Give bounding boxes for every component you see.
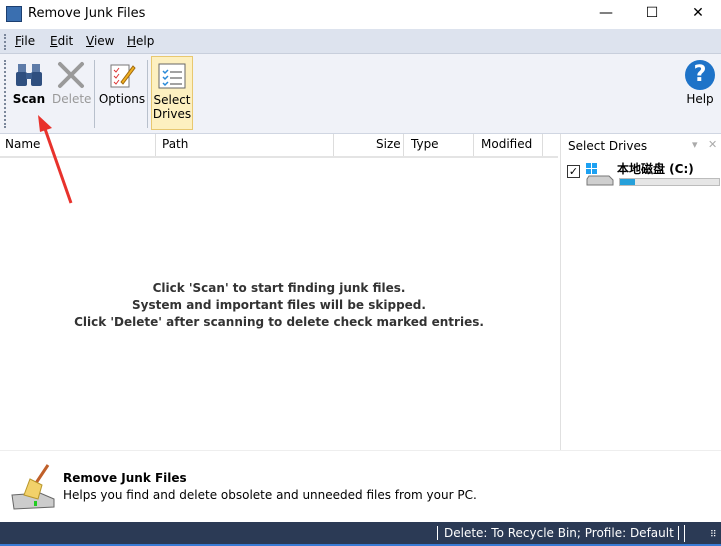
footer-title: Remove Junk Files — [63, 471, 187, 485]
hint-line: Click 'Scan' to start finding junk files… — [152, 281, 406, 295]
select-drives-label-1: Select — [153, 93, 191, 107]
list-header: Name Path Size Type Modified — [0, 134, 558, 158]
drive-usage-bar — [619, 178, 720, 186]
hint-line: Click 'Delete' after scanning to delete … — [74, 315, 484, 329]
app-icon — [6, 6, 22, 22]
menu-file[interactable]: File — [15, 34, 35, 48]
select-drives-button[interactable]: Select Drives — [151, 56, 193, 130]
resize-grip-icon[interactable]: ⠿ — [710, 530, 717, 540]
drive-icon — [586, 163, 614, 186]
drive-checkbox[interactable]: ✓ — [567, 165, 580, 178]
status-bar: Delete: To Recycle Bin; Profile: Default… — [0, 522, 721, 546]
delete-label: Delete — [52, 92, 92, 106]
delete-button[interactable]: Delete — [52, 56, 92, 130]
drive-name: 本地磁盘 (C:) — [617, 162, 694, 176]
binoculars-icon — [16, 64, 42, 86]
toolbar-grip — [4, 60, 6, 128]
title-bar: Remove Junk Files — ☐ ✕ — [0, 0, 721, 29]
column-divider[interactable] — [403, 134, 404, 156]
close-button[interactable]: ✕ — [675, 0, 721, 29]
footer-description: Helps you find and delete obsolete and u… — [63, 488, 477, 502]
column-divider[interactable] — [542, 134, 543, 156]
select-drives-label-2: Drives — [152, 107, 192, 121]
column-name[interactable]: Name — [5, 137, 40, 151]
select-drives-panel: Select Drives ▾ ✕ ✓ 本地磁盘 (C:) — [560, 134, 721, 450]
column-divider[interactable] — [155, 134, 156, 156]
menu-view[interactable]: View — [86, 34, 114, 48]
help-question-icon: ? — [685, 60, 715, 90]
scan-label: Scan — [12, 92, 46, 106]
menu-edit[interactable]: Edit — [50, 34, 73, 48]
toolbar-separator — [94, 60, 95, 128]
minimize-button[interactable]: — — [583, 0, 629, 29]
panel-title: Select Drives — [568, 139, 648, 153]
panel-dropdown-icon[interactable]: ▾ — [692, 138, 698, 151]
status-text: Delete: To Recycle Bin; Profile: Default — [437, 526, 679, 540]
options-checklist-pencil-icon — [110, 64, 136, 88]
menu-bar: File Edit View Help — [0, 29, 721, 54]
maximize-button[interactable]: ☐ — [629, 0, 675, 29]
column-modified[interactable]: Modified — [481, 137, 532, 151]
column-divider[interactable] — [473, 134, 474, 156]
checklist-icon — [158, 63, 186, 89]
junk-file-list[interactable]: Click 'Scan' to start finding junk files… — [0, 160, 558, 450]
status-divider — [684, 525, 685, 542]
toolbar: Scan Delete Options Select Drives ? Help — [0, 54, 721, 134]
column-size[interactable]: Size — [376, 137, 401, 151]
broom-drive-icon — [11, 464, 55, 510]
panel-close-icon[interactable]: ✕ — [708, 138, 717, 151]
column-divider[interactable] — [333, 134, 334, 156]
info-footer: Remove Junk Files Helps you find and del… — [0, 450, 721, 522]
scan-button[interactable]: Scan — [10, 56, 48, 130]
drive-usage-fill — [620, 179, 635, 185]
options-label: Options — [98, 92, 146, 106]
delete-x-icon — [58, 62, 84, 88]
hint-line: System and important files will be skipp… — [132, 298, 426, 312]
menu-help[interactable]: Help — [127, 34, 154, 48]
column-type[interactable]: Type — [411, 137, 439, 151]
empty-list-hint: Click 'Scan' to start finding junk files… — [0, 280, 558, 331]
help-button[interactable]: ? Help — [681, 56, 719, 130]
column-path[interactable]: Path — [162, 137, 188, 151]
options-button[interactable]: Options — [98, 56, 146, 130]
toolbar-separator — [147, 60, 148, 128]
help-label: Help — [686, 92, 714, 106]
window-title: Remove Junk Files — [28, 6, 146, 21]
menu-grip — [4, 34, 6, 50]
drive-item[interactable]: ✓ 本地磁盘 (C:) — [567, 160, 721, 188]
